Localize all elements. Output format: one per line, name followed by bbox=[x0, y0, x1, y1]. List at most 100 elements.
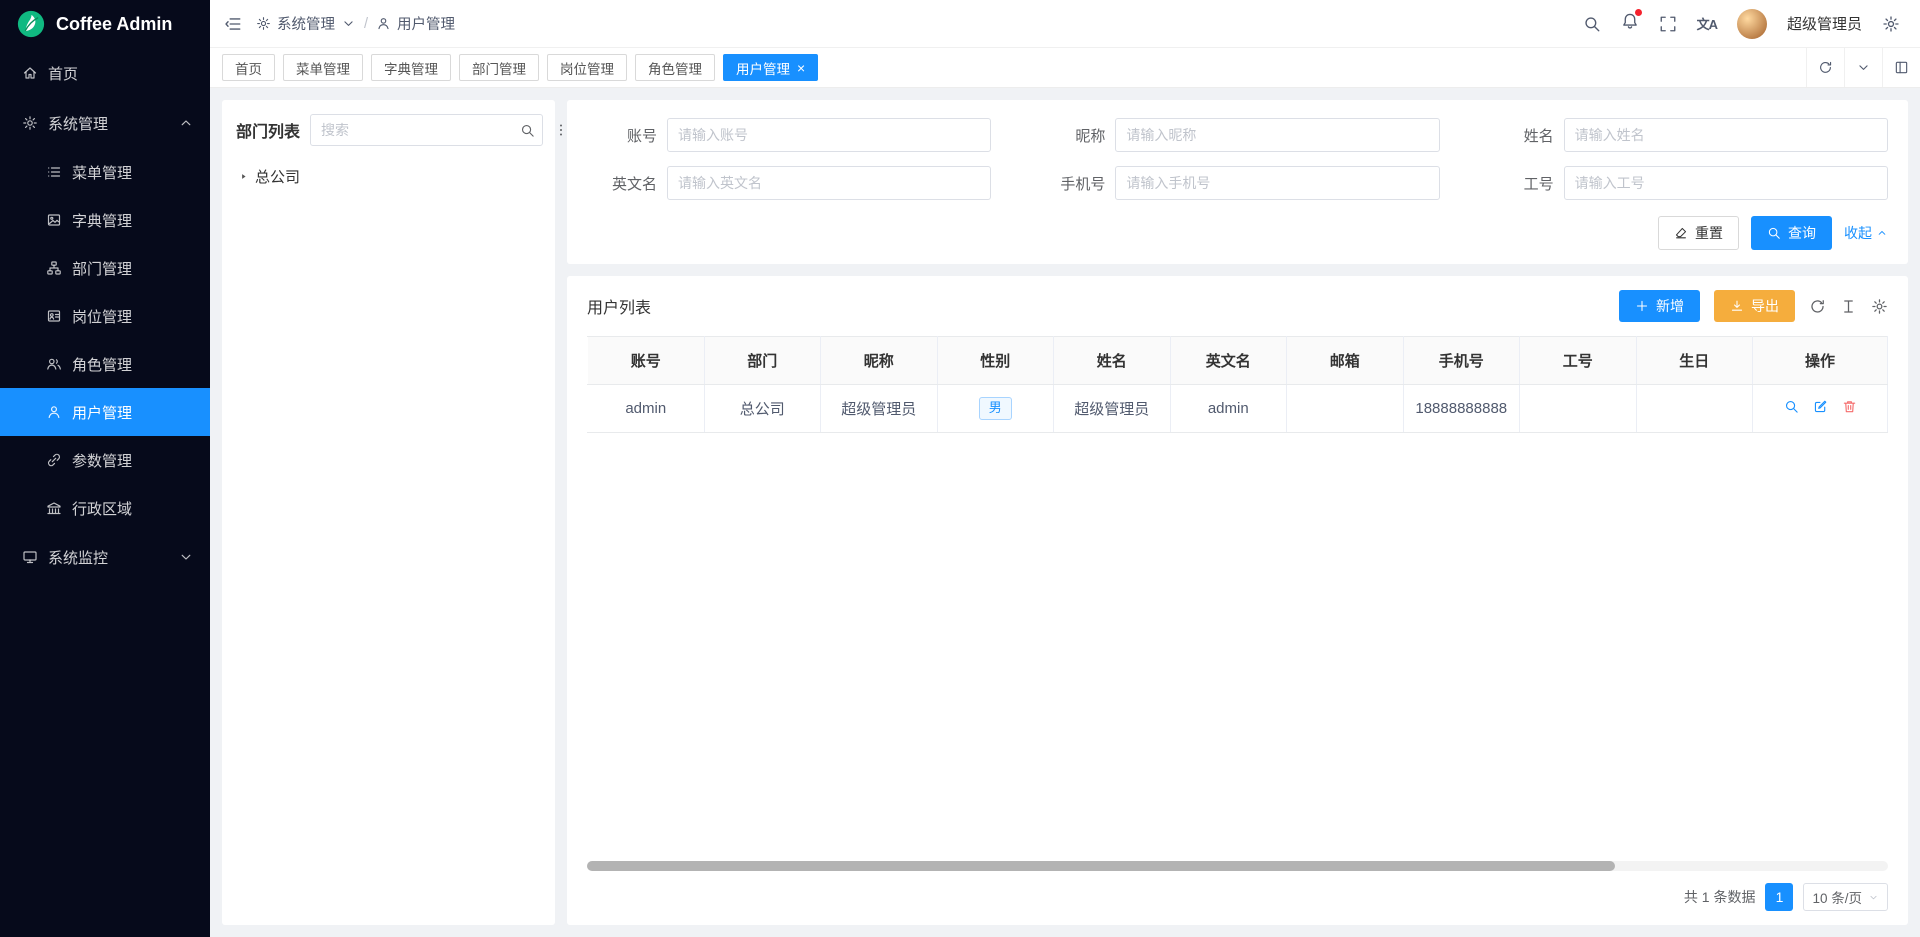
department-search-input[interactable] bbox=[311, 122, 512, 138]
form-item-nickname: 昵称 bbox=[1035, 118, 1439, 152]
settings-gear-icon[interactable] bbox=[1882, 15, 1900, 33]
scrollbar-thumb[interactable] bbox=[587, 861, 1615, 871]
chevron-down-icon bbox=[178, 549, 194, 565]
sidebar-item-dept-management[interactable]: 部门管理 bbox=[0, 244, 210, 292]
sidebar-item-system-management[interactable]: 系统管理 bbox=[0, 98, 210, 148]
column-header: 操作 bbox=[1753, 337, 1888, 385]
tab-dict-management[interactable]: 字典管理 bbox=[371, 54, 451, 81]
work-no-input[interactable] bbox=[1564, 166, 1888, 200]
total-count: 共 1 条数据 bbox=[1684, 887, 1756, 907]
export-button[interactable]: 导出 bbox=[1714, 290, 1795, 322]
sidebar-item-system-monitor[interactable]: 系统监控 bbox=[0, 532, 210, 582]
breadcrumb-item-user[interactable]: 用户管理 bbox=[376, 13, 455, 34]
page-size-select[interactable]: 10 条/页 bbox=[1803, 883, 1888, 911]
logo: Coffee Admin bbox=[0, 0, 210, 48]
chevron-down-icon[interactable] bbox=[1844, 48, 1882, 87]
tab-home[interactable]: 首页 bbox=[222, 54, 275, 81]
delete-icon[interactable] bbox=[1842, 399, 1857, 414]
edit-icon[interactable] bbox=[1813, 399, 1828, 414]
notification-bell[interactable] bbox=[1621, 12, 1639, 35]
sidebar-item-admin-region[interactable]: 行政区域 bbox=[0, 484, 210, 532]
table-settings-gear-icon[interactable] bbox=[1871, 298, 1888, 315]
sidebar-item-home[interactable]: 首页 bbox=[0, 48, 210, 98]
department-tree: 总公司 bbox=[236, 160, 541, 193]
form-item-name: 姓名 bbox=[1484, 118, 1888, 152]
close-icon[interactable]: × bbox=[797, 61, 805, 75]
tab-label: 角色管理 bbox=[648, 58, 702, 78]
work-area: 账号昵称姓名英文名手机号工号 重置 查询 收起 bbox=[567, 100, 1908, 925]
tab-user-management[interactable]: 用户管理× bbox=[723, 54, 818, 81]
dept-icon bbox=[46, 260, 62, 276]
coffee-logo-icon bbox=[16, 9, 46, 39]
tab-label: 字典管理 bbox=[384, 58, 438, 78]
tab-dept-management[interactable]: 部门管理 bbox=[459, 54, 539, 81]
field-label: 姓名 bbox=[1484, 125, 1554, 146]
nickname-input[interactable] bbox=[1115, 118, 1439, 152]
sidebar-item-menu-management[interactable]: 菜单管理 bbox=[0, 148, 210, 196]
sidebar-item-role-management[interactable]: 角色管理 bbox=[0, 340, 210, 388]
table-cell bbox=[1636, 385, 1753, 433]
breadcrumb-label: 系统管理 bbox=[277, 13, 335, 34]
tab-role-management[interactable]: 角色管理 bbox=[635, 54, 715, 81]
tab-menu-management[interactable]: 菜单管理 bbox=[283, 54, 363, 81]
sidebar-item-label: 首页 bbox=[48, 63, 78, 84]
actions-cell bbox=[1753, 385, 1888, 433]
column-header: 性别 bbox=[937, 337, 1054, 385]
sidebar-collapse-icon[interactable] bbox=[224, 15, 242, 33]
reset-button[interactable]: 重置 bbox=[1658, 216, 1739, 250]
breadcrumb-item-system[interactable]: 系统管理 bbox=[256, 13, 356, 34]
breadcrumb-label: 用户管理 bbox=[397, 13, 455, 34]
sidebar-item-label: 字典管理 bbox=[72, 210, 132, 231]
sidebar-item-user-management[interactable]: 用户管理 bbox=[0, 388, 210, 436]
tab-label: 岗位管理 bbox=[560, 58, 614, 78]
gender-tag: 男 bbox=[979, 397, 1012, 420]
search-icon[interactable] bbox=[512, 123, 542, 138]
tab-bar: 首页菜单管理 字典管理 部门管理 岗位管理 角色管理 用户管理× bbox=[210, 48, 1920, 88]
main-column: 系统管理 / 用户管理 文A 超级管理员 bbox=[210, 0, 1920, 937]
column-header: 姓名 bbox=[1054, 337, 1171, 385]
sidebar-item-label: 部门管理 bbox=[72, 258, 132, 279]
phone-input[interactable] bbox=[1115, 166, 1439, 200]
caret-right-icon[interactable] bbox=[238, 171, 249, 182]
horizontal-scrollbar bbox=[587, 861, 1888, 871]
column-header: 邮箱 bbox=[1287, 337, 1404, 385]
account-input[interactable] bbox=[667, 118, 991, 152]
header-actions: 文A 超级管理员 bbox=[1583, 9, 1900, 39]
column-settings-icon[interactable] bbox=[1840, 298, 1857, 315]
user-icon bbox=[376, 16, 391, 31]
sidebar-item-dict-management[interactable]: 字典管理 bbox=[0, 196, 210, 244]
page-button[interactable]: 1 bbox=[1765, 883, 1793, 911]
user-list-card: 用户列表 新增 导出 bbox=[567, 276, 1908, 925]
region-icon bbox=[46, 500, 62, 516]
avatar[interactable] bbox=[1737, 9, 1767, 39]
tab-post-management[interactable]: 岗位管理 bbox=[547, 54, 627, 81]
add-button[interactable]: 新增 bbox=[1619, 290, 1700, 322]
name-input[interactable] bbox=[1564, 118, 1888, 152]
field-label: 英文名 bbox=[587, 173, 657, 194]
view-icon[interactable] bbox=[1784, 399, 1799, 414]
refresh-icon[interactable] bbox=[1806, 48, 1844, 87]
fullscreen-icon[interactable] bbox=[1659, 15, 1677, 33]
table-row: admin总公司超级管理员男超级管理员admin18888888888 bbox=[588, 385, 1888, 433]
search-icon bbox=[1767, 226, 1781, 240]
translate-icon[interactable]: 文A bbox=[1697, 14, 1717, 33]
search-icon[interactable] bbox=[1583, 15, 1601, 33]
column-header: 工号 bbox=[1520, 337, 1637, 385]
collapse-link[interactable]: 收起 bbox=[1844, 223, 1888, 243]
table-cell bbox=[1520, 385, 1637, 433]
sidebar-item-post-management[interactable]: 岗位管理 bbox=[0, 292, 210, 340]
username[interactable]: 超级管理员 bbox=[1787, 13, 1862, 34]
column-header: 账号 bbox=[588, 337, 705, 385]
column-header: 昵称 bbox=[821, 337, 938, 385]
role-icon bbox=[46, 356, 62, 372]
user-table: 账号部门昵称性别姓名英文名邮箱手机号工号生日操作 admin总公司超级管理员男超… bbox=[567, 336, 1908, 433]
monitor-icon bbox=[22, 549, 38, 565]
en-name-input[interactable] bbox=[667, 166, 991, 200]
layout-icon[interactable] bbox=[1882, 48, 1920, 87]
form-item-en-name: 英文名 bbox=[587, 166, 991, 200]
sidebar-item-param-management[interactable]: 参数管理 bbox=[0, 436, 210, 484]
search-button[interactable]: 查询 bbox=[1751, 216, 1832, 250]
table-cell: 超级管理员 bbox=[821, 385, 938, 433]
tree-node[interactable]: 总公司 bbox=[236, 160, 541, 193]
refresh-icon[interactable] bbox=[1809, 298, 1826, 315]
